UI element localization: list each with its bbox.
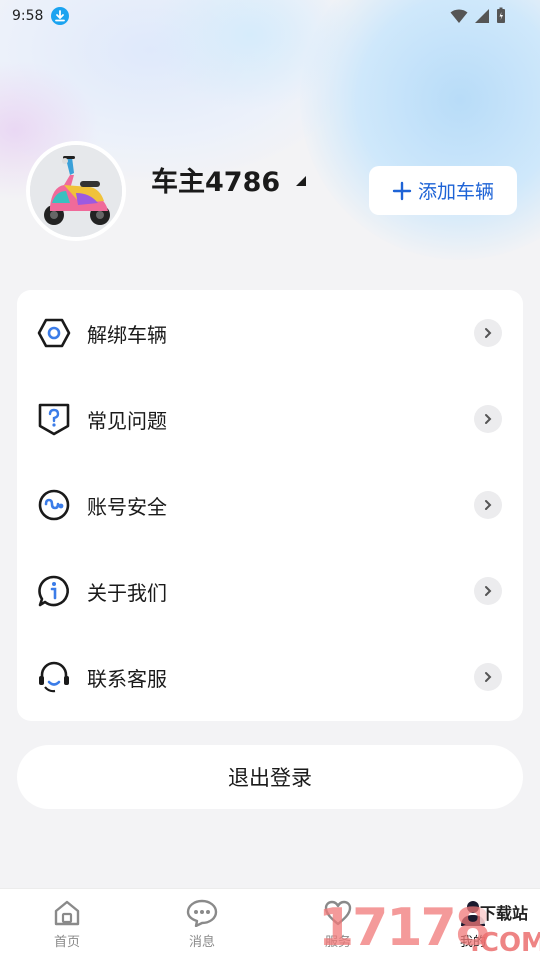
add-vehicle-button[interactable]: 添加车辆 [369,166,517,215]
customer-service-icon [39,661,69,693]
home-icon [54,900,80,926]
chevron-right-icon [474,663,502,691]
account-security-icon [38,489,70,521]
avatar[interactable] [26,141,126,241]
menu-item-label: 常见问题 [87,408,167,433]
watermark-number: 17178 [318,898,491,958]
status-time: 9:58 [12,8,44,24]
status-bar: 9:58 [0,0,540,32]
menu-item-unbind-vehicle[interactable]: 解绑车辆 [17,290,523,376]
plus-icon [392,181,412,200]
tab-label: 首页 [53,935,80,950]
chevron-right-icon [474,577,502,605]
menu-item-label: 账号安全 [87,494,167,519]
faq-icon [38,403,70,436]
wifi-icon [450,9,468,23]
about-us-icon [38,575,69,607]
download-icon [51,7,70,25]
unbind-vehicle-icon [37,318,71,348]
menu-item-label: 联系客服 [87,666,167,691]
message-icon [186,899,218,927]
scooter-image [30,145,122,237]
watermark-suffix: .COM [470,928,540,958]
watermark: 17178 下载站 .COM [318,896,540,960]
menu-item-about-us[interactable]: 关于我们 [17,548,523,634]
chevron-right-icon [474,405,502,433]
chevron-right-icon [474,319,502,347]
signal-icon [475,8,489,23]
tab-home[interactable]: 首页 [32,899,102,950]
menu-card: 解绑车辆 常见问题 账号安全 关于我们 联系客服 [17,290,523,721]
logout-button[interactable]: 退出登录 [17,745,523,809]
menu-item-label: 关于我们 [87,580,167,605]
watermark-top-text: 下载站 [480,900,529,924]
corner-triangle-icon [296,176,306,186]
menu-item-account-security[interactable]: 账号安全 [17,462,523,548]
menu-item-faq[interactable]: 常见问题 [17,376,523,462]
add-vehicle-label: 添加车辆 [417,181,494,203]
menu-item-customer-service[interactable]: 联系客服 [17,634,523,720]
tab-label: 消息 [188,935,215,950]
username: 车主4786 [151,167,281,198]
chevron-right-icon [474,491,502,519]
logout-label: 退出登录 [228,766,312,790]
battery-icon [497,7,505,23]
tab-messages[interactable]: 消息 [167,899,237,950]
profile-section: 车主4786 添加车辆 [0,130,540,250]
menu-item-label: 解绑车辆 [87,322,167,347]
